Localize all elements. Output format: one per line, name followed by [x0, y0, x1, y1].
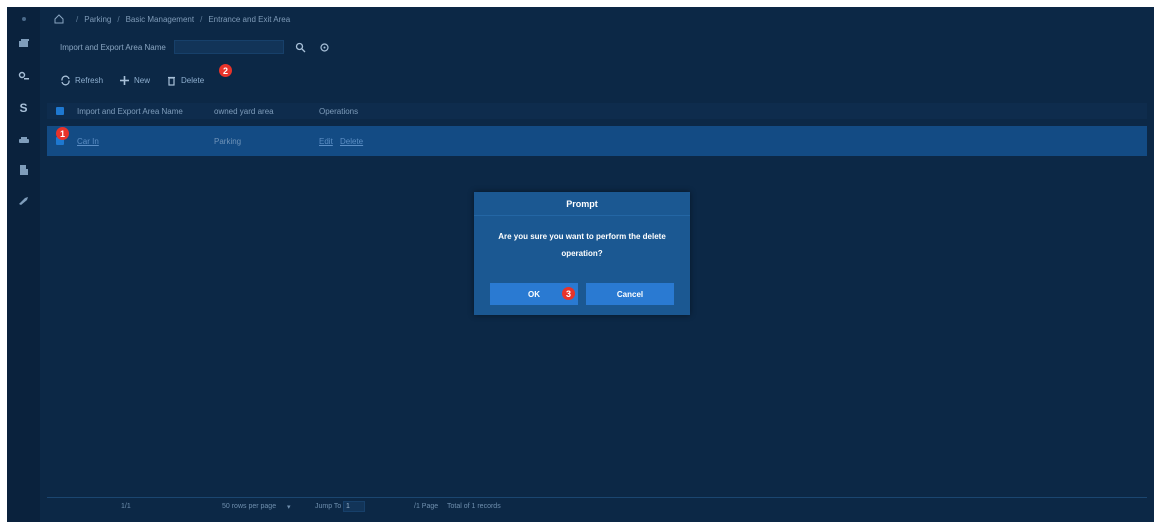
card-icon[interactable]: [7, 33, 40, 53]
search-input[interactable]: [173, 40, 284, 54]
search-icon[interactable]: [294, 40, 308, 54]
breadcrumb-item-basic-management[interactable]: Basic Management: [126, 15, 194, 24]
search-label: Import and Export Area Name: [60, 42, 166, 52]
delete-button[interactable]: Delete: [166, 75, 204, 86]
pagination: 1/1 50 rows per page ▾ Jump To /1 Page T…: [47, 497, 1147, 515]
table-header: Import and Export Area Name owned yard a…: [47, 103, 1147, 119]
delete-label: Delete: [181, 75, 205, 85]
breadcrumb-separator: /: [76, 14, 79, 24]
table-row[interactable]: Car In Parking Edit Delete: [47, 126, 1147, 156]
breadcrumb-item-parking[interactable]: Parking: [84, 15, 111, 24]
cancel-button[interactable]: Cancel: [586, 283, 674, 305]
jump-to-label: Jump To: [315, 503, 342, 510]
total-records: Total of 1 records: [447, 503, 501, 510]
app-window: S / Parking / Basic Management / Entranc…: [7, 7, 1154, 522]
row-edit-link[interactable]: Edit: [319, 137, 333, 146]
home-icon[interactable]: [7, 9, 40, 29]
breadcrumb-separator: /: [200, 14, 203, 24]
column-header-operations: Operations: [319, 106, 359, 116]
dialog-message: Are you sure you want to perform the del…: [498, 232, 666, 258]
toolbar: Refresh New Delete: [60, 71, 220, 89]
refresh-label: Refresh: [75, 75, 104, 85]
reset-icon[interactable]: [318, 40, 332, 54]
select-all-checkbox[interactable]: [56, 107, 64, 115]
breadcrumb: / Parking / Basic Management / Entrance …: [54, 12, 290, 26]
key-icon[interactable]: [7, 66, 40, 86]
page-display: 1/1: [121, 503, 131, 510]
page-suffix: /1 Page: [414, 503, 439, 510]
plus-icon: [120, 75, 130, 85]
jump-to-input[interactable]: [343, 501, 365, 512]
step-badge-2: 2: [219, 64, 232, 77]
breadcrumb-separator: /: [117, 14, 120, 24]
row-yard: Parking: [214, 136, 242, 146]
row-name-link[interactable]: Car In: [77, 137, 99, 146]
dollar-icon[interactable]: S: [7, 98, 40, 118]
column-header-yard[interactable]: owned yard area: [214, 107, 274, 116]
step-badge-1: 1: [56, 127, 69, 140]
trash-icon: [168, 76, 176, 86]
refresh-icon: [61, 75, 70, 85]
row-delete-link[interactable]: Delete: [340, 137, 363, 146]
sidebar: S: [7, 7, 40, 522]
breadcrumb-item-entrance-exit: Entrance and Exit Area: [208, 14, 291, 24]
home-icon[interactable]: [54, 14, 64, 24]
dialog-title: Prompt: [474, 192, 690, 216]
car-icon[interactable]: [7, 130, 40, 150]
chevron-down-icon[interactable]: ▾: [287, 503, 291, 511]
column-header-name[interactable]: Import and Export Area Name: [77, 107, 183, 116]
rows-per-page-select[interactable]: 50 rows per page: [222, 503, 276, 510]
tools-icon[interactable]: [7, 190, 40, 210]
step-badge-3: 3: [562, 287, 575, 300]
search-bar: Import and Export Area Name: [60, 39, 332, 55]
confirm-dialog: Prompt Are you sure you want to perform …: [474, 192, 690, 315]
refresh-button[interactable]: Refresh: [60, 75, 103, 86]
building-icon[interactable]: [7, 160, 40, 180]
new-label: New: [134, 75, 151, 85]
new-button[interactable]: New: [119, 75, 150, 86]
